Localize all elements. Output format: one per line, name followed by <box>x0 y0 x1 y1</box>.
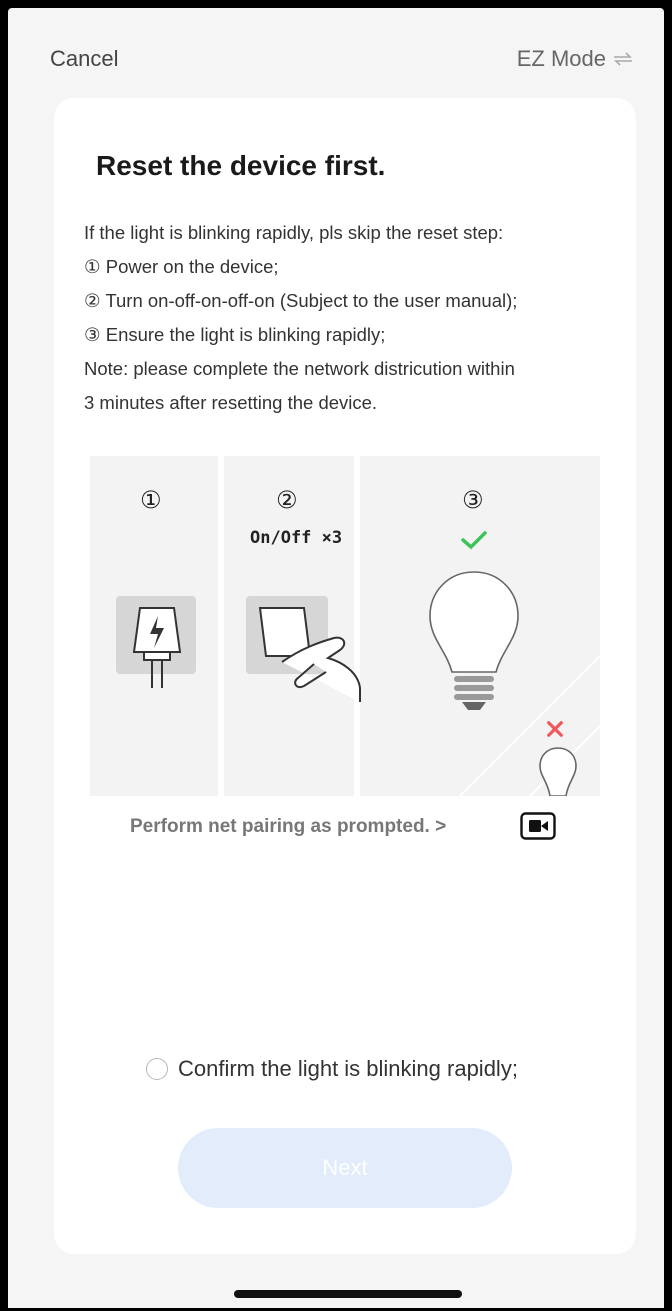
phone-frame: Cancel EZ Mode Reset the device first. I… <box>0 0 672 1311</box>
confirm-blinking-checkbox[interactable]: Confirm the light is blinking rapidly; <box>146 1056 518 1082</box>
step2-caption: On/Off ×3 <box>250 528 343 548</box>
instruction-line: ① Power on the device; <box>84 256 279 277</box>
ez-mode-switch[interactable]: EZ Mode <box>517 46 634 72</box>
small-bulb-icon <box>539 747 577 796</box>
video-camera-icon[interactable] <box>520 812 556 840</box>
instruction-line: Note: please complete the network distri… <box>84 358 515 379</box>
reset-card: Reset the device first. If the light is … <box>54 98 636 1254</box>
instruction-line: 3 minutes after resetting the device. <box>84 392 378 413</box>
step2-number: ② <box>276 487 298 514</box>
power-plug-icon <box>116 596 196 688</box>
instruction-line: ② Turn on-off-on-off-on (Subject to the … <box>84 290 518 311</box>
instruction-line: If the light is blinking rapidly, pls sk… <box>84 222 504 243</box>
checkmark-icon <box>461 531 487 550</box>
swap-arrows-icon <box>614 52 632 66</box>
cross-icon <box>547 721 563 737</box>
wall-switch-icon <box>246 596 361 702</box>
instruction-line: ③ Ensure the light is blinking rapidly; <box>84 324 386 345</box>
top-bar: Cancel EZ Mode <box>8 8 664 98</box>
net-pairing-link[interactable]: Perform net pairing as prompted. > <box>130 816 446 838</box>
cancel-button[interactable]: Cancel <box>50 46 118 72</box>
instructions: If the light is blinking rapidly, pls sk… <box>84 216 624 420</box>
page-title: Reset the device first. <box>96 150 386 181</box>
radio-circle[interactable] <box>146 1058 168 1080</box>
app-screen: Cancel EZ Mode Reset the device first. I… <box>8 8 664 1308</box>
step3-number: ③ <box>462 487 484 514</box>
home-indicator[interactable] <box>234 1290 462 1298</box>
step1-number: ① <box>140 487 162 514</box>
reset-steps-illustration: ① ② On/Off ×3 ③ <box>90 456 600 796</box>
confirm-label: Confirm the light is blinking rapidly; <box>178 1056 518 1081</box>
ez-mode-label: EZ Mode <box>516 46 606 71</box>
next-button[interactable]: Next <box>178 1128 512 1208</box>
